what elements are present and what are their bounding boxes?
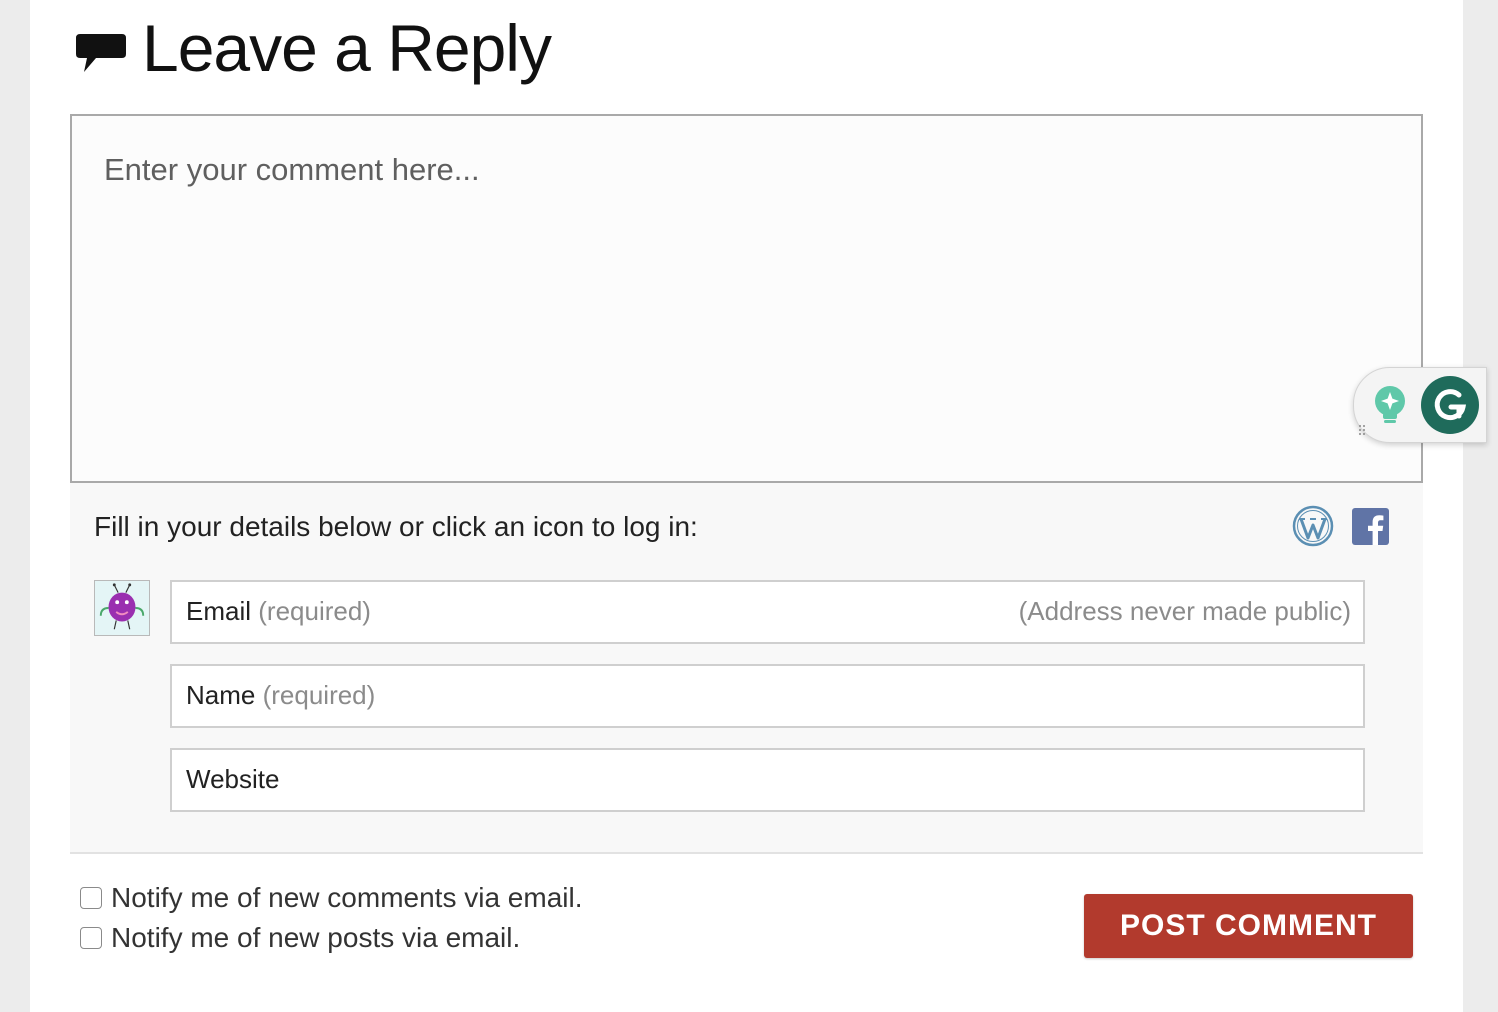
notify-posts-label: Notify me of new posts via email.: [111, 922, 521, 953]
notify-comments-checkbox[interactable]: [80, 887, 102, 909]
grammarly-logo-icon[interactable]: [1421, 376, 1479, 434]
comment-box: [70, 114, 1423, 483]
drag-handle-icon[interactable]: [1358, 424, 1366, 436]
comment-details: Fill in your details below or click an i…: [70, 483, 1423, 854]
speech-bubble-icon: [76, 34, 126, 72]
avatar: [94, 580, 150, 636]
page-title: Leave a Reply: [142, 11, 552, 85]
notify-comments-label: Notify me of new comments via email.: [111, 882, 583, 913]
reply-heading: Leave a Reply: [74, 8, 552, 88]
website-label: Website: [186, 764, 280, 794]
facebook-icon[interactable]: [1352, 508, 1389, 545]
login-prompt: Fill in your details below or click an i…: [94, 511, 698, 542]
post-comment-button[interactable]: POST COMMENT: [1084, 894, 1413, 958]
notify-posts-checkbox[interactable]: [80, 927, 102, 949]
comment-section: Leave a Reply Fill in your details below…: [30, 0, 1487, 1012]
grammarly-widget[interactable]: [1353, 367, 1487, 443]
notify-comments-option[interactable]: Notify me of new comments via email.: [80, 880, 583, 916]
wordpress-icon[interactable]: [1292, 505, 1334, 547]
email-field[interactable]: Email (required) (Address never made pub…: [170, 580, 1365, 644]
comment-textarea[interactable]: [72, 116, 1421, 481]
email-label: Email (required): [186, 596, 371, 626]
name-field[interactable]: Name (required): [170, 664, 1365, 728]
website-field[interactable]: Website: [170, 748, 1365, 812]
notify-posts-option[interactable]: Notify me of new posts via email.: [80, 920, 520, 956]
email-privacy-note: (Address never made public): [1018, 596, 1351, 626]
name-label: Name (required): [186, 680, 376, 710]
lightbulb-sparkle-icon[interactable]: [1372, 384, 1408, 428]
